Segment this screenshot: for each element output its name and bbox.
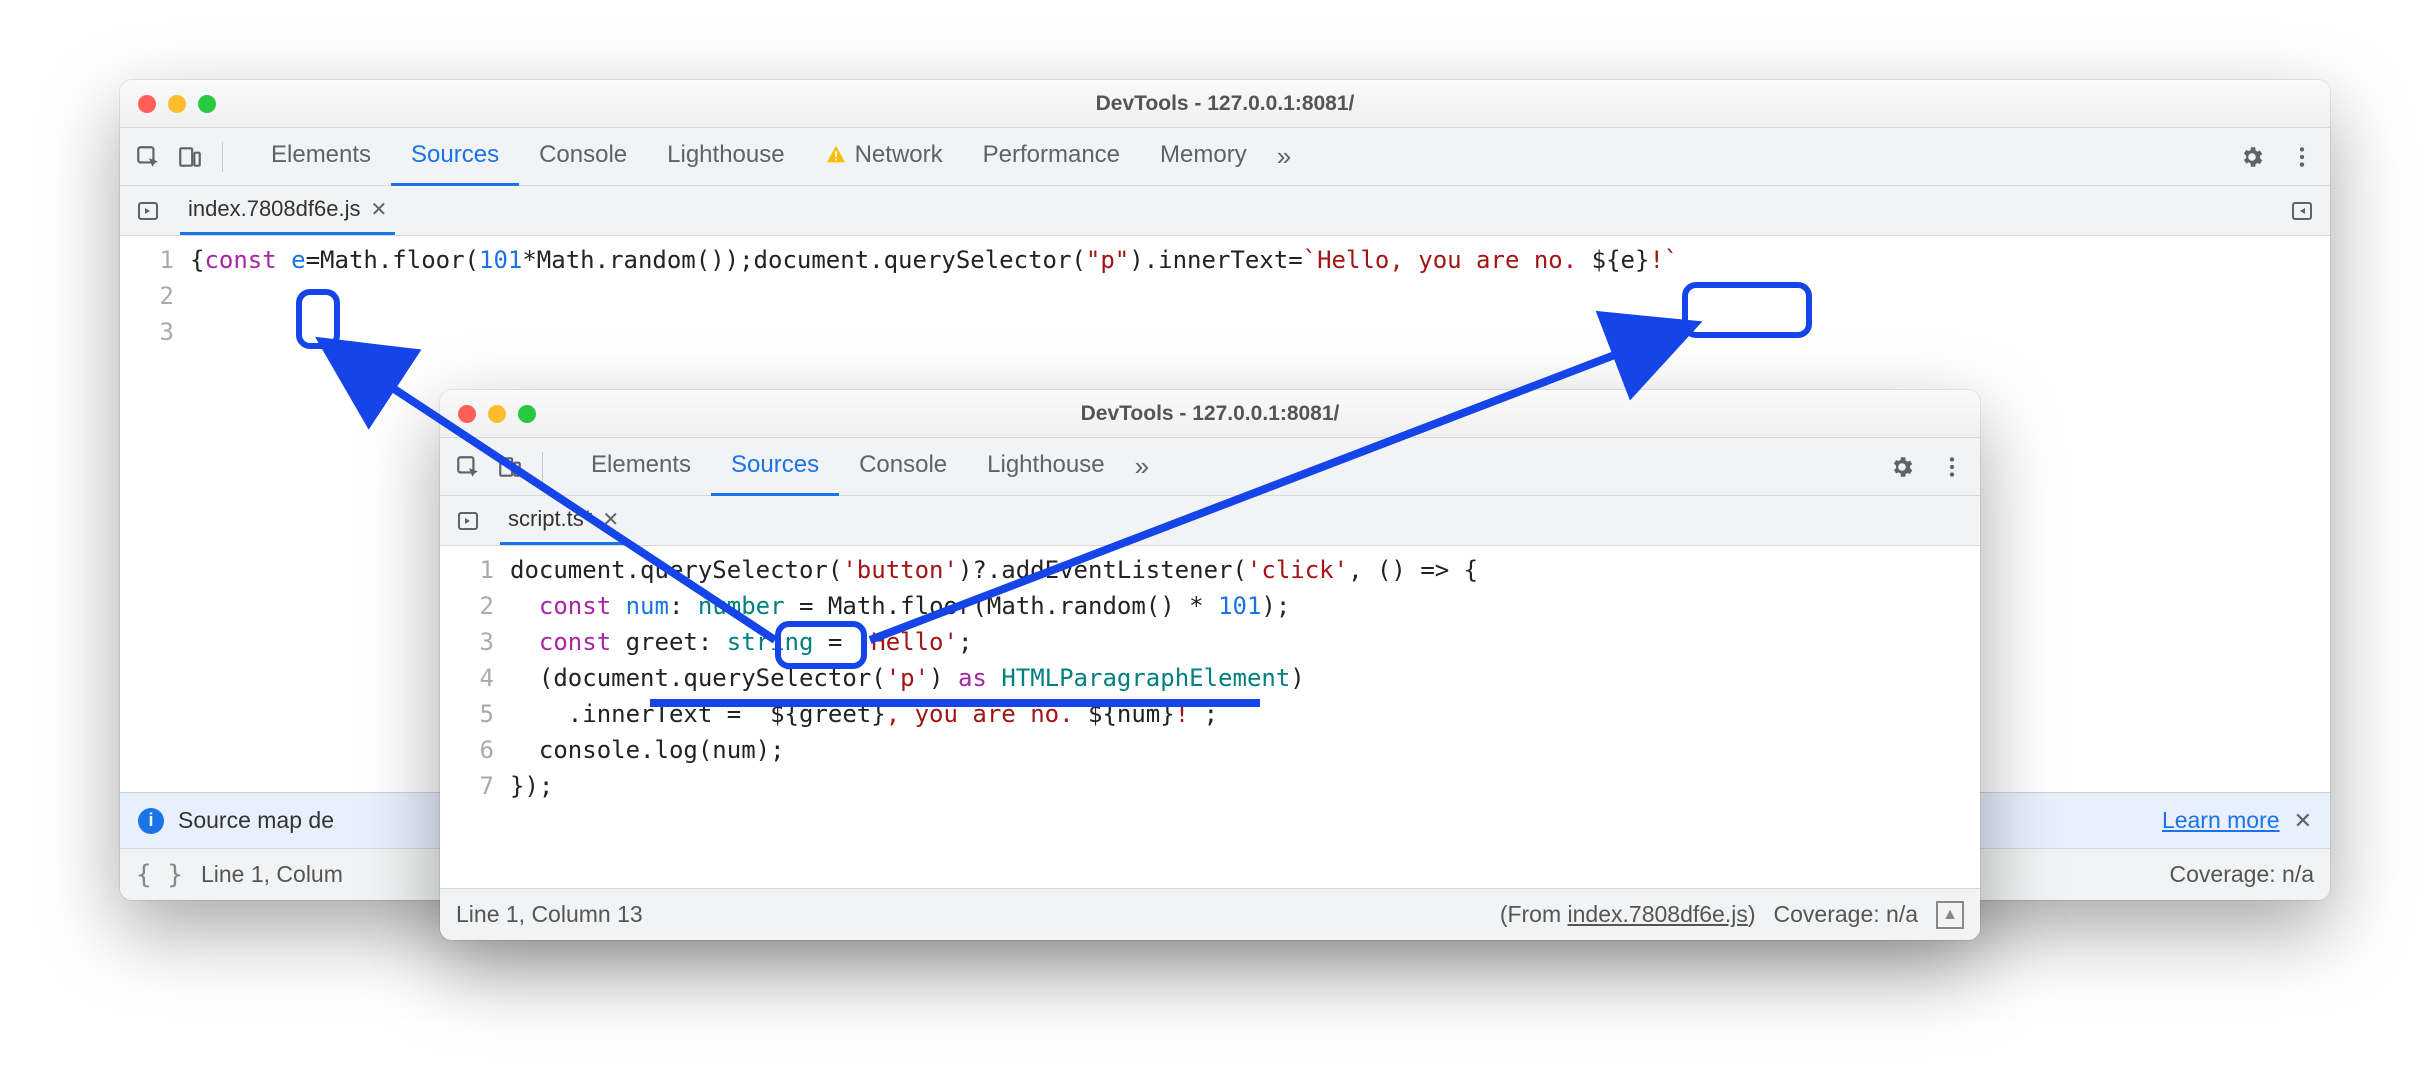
traffic-lights xyxy=(120,95,216,113)
window-title: DevTools - 127.0.0.1:8081/ xyxy=(120,92,2330,116)
code-content[interactable]: document.querySelector('button')?.addEve… xyxy=(510,546,1980,888)
settings-icon[interactable] xyxy=(1884,449,1920,485)
settings-icon[interactable] xyxy=(2234,139,2270,175)
code-editor[interactable]: 1234567 document.querySelector('button')… xyxy=(440,546,1980,888)
file-tab-bar: index.7808df6e.js ✕ xyxy=(120,186,2330,236)
file-tab-label: index.7808df6e.js xyxy=(188,196,360,222)
close-file-icon[interactable]: ✕ xyxy=(602,507,619,532)
tab-sources[interactable]: Sources xyxy=(391,127,519,186)
main-toolbar: Elements Sources Console Lighthouse » xyxy=(440,438,1980,496)
tab-lighthouse[interactable]: Lighthouse xyxy=(967,437,1124,496)
line-gutter: 1234567 xyxy=(440,546,510,888)
info-text: Source map de xyxy=(178,807,334,834)
file-tab[interactable]: script.ts* ✕ xyxy=(500,496,627,545)
warning-icon xyxy=(825,144,847,166)
pretty-print-icon[interactable]: { } xyxy=(136,860,183,890)
tab-elements[interactable]: Elements xyxy=(571,437,711,496)
info-icon: i xyxy=(138,808,164,834)
zoom-window-button[interactable] xyxy=(518,405,536,423)
zoom-window-button[interactable] xyxy=(198,95,216,113)
expand-panel-icon[interactable]: ▲ xyxy=(1936,901,1964,929)
device-toolbar-icon[interactable] xyxy=(492,449,528,485)
cursor-position: Line 1, Colum xyxy=(201,861,343,888)
more-tabs-icon[interactable]: » xyxy=(1135,451,1149,482)
debugger-toggle-icon[interactable] xyxy=(2282,193,2322,229)
minimize-window-button[interactable] xyxy=(168,95,186,113)
window-title: DevTools - 127.0.0.1:8081/ xyxy=(440,402,1980,426)
tab-sources[interactable]: Sources xyxy=(711,437,839,496)
main-toolbar: Elements Sources Console Lighthouse Netw… xyxy=(120,128,2330,186)
minimize-window-button[interactable] xyxy=(488,405,506,423)
tab-console[interactable]: Console xyxy=(839,437,967,496)
tab-lighthouse[interactable]: Lighthouse xyxy=(647,127,804,186)
titlebar: DevTools - 127.0.0.1:8081/ xyxy=(120,80,2330,128)
from-file-link[interactable]: index.7808df6e.js xyxy=(1568,901,1748,927)
more-tabs-icon[interactable]: » xyxy=(1277,141,1291,172)
devtools-window-front: DevTools - 127.0.0.1:8081/ Elements Sour… xyxy=(440,390,1980,940)
navigator-toggle-icon[interactable] xyxy=(448,503,488,539)
learn-more-link[interactable]: Learn more xyxy=(2162,807,2280,834)
status-bar: Line 1, Column 13 (From index.7808df6e.j… xyxy=(440,888,1980,940)
coverage-label: Coverage: n/a xyxy=(1774,901,1918,928)
cursor-position: Line 1, Column 13 xyxy=(456,901,643,928)
panel-tabs: Elements Sources Console Lighthouse » xyxy=(571,437,1149,496)
traffic-lights xyxy=(440,405,536,423)
kebab-menu-icon[interactable] xyxy=(2284,139,2320,175)
from-file: (From index.7808df6e.js) xyxy=(1500,901,1756,928)
tab-performance[interactable]: Performance xyxy=(963,127,1140,186)
tab-memory[interactable]: Memory xyxy=(1140,127,1267,186)
file-tab-bar: script.ts* ✕ xyxy=(440,496,1980,546)
info-close-icon[interactable]: ✕ xyxy=(2294,808,2312,834)
close-window-button[interactable] xyxy=(138,95,156,113)
file-tab[interactable]: index.7808df6e.js ✕ xyxy=(180,186,395,235)
tab-elements[interactable]: Elements xyxy=(251,127,391,186)
navigator-toggle-icon[interactable] xyxy=(128,193,168,229)
inspect-element-icon[interactable] xyxy=(130,139,166,175)
tab-console[interactable]: Console xyxy=(519,127,647,186)
panel-tabs: Elements Sources Console Lighthouse Netw… xyxy=(251,127,1291,186)
tab-network[interactable]: Network xyxy=(805,127,963,186)
kebab-menu-icon[interactable] xyxy=(1934,449,1970,485)
close-file-icon[interactable]: ✕ xyxy=(370,197,387,222)
inspect-element-icon[interactable] xyxy=(450,449,486,485)
device-toolbar-icon[interactable] xyxy=(172,139,208,175)
line-gutter: 1 2 3 xyxy=(120,236,190,792)
file-tab-label: script.ts* xyxy=(508,506,592,532)
coverage-label: Coverage: n/a xyxy=(2170,861,2314,888)
titlebar: DevTools - 127.0.0.1:8081/ xyxy=(440,390,1980,438)
close-window-button[interactable] xyxy=(458,405,476,423)
